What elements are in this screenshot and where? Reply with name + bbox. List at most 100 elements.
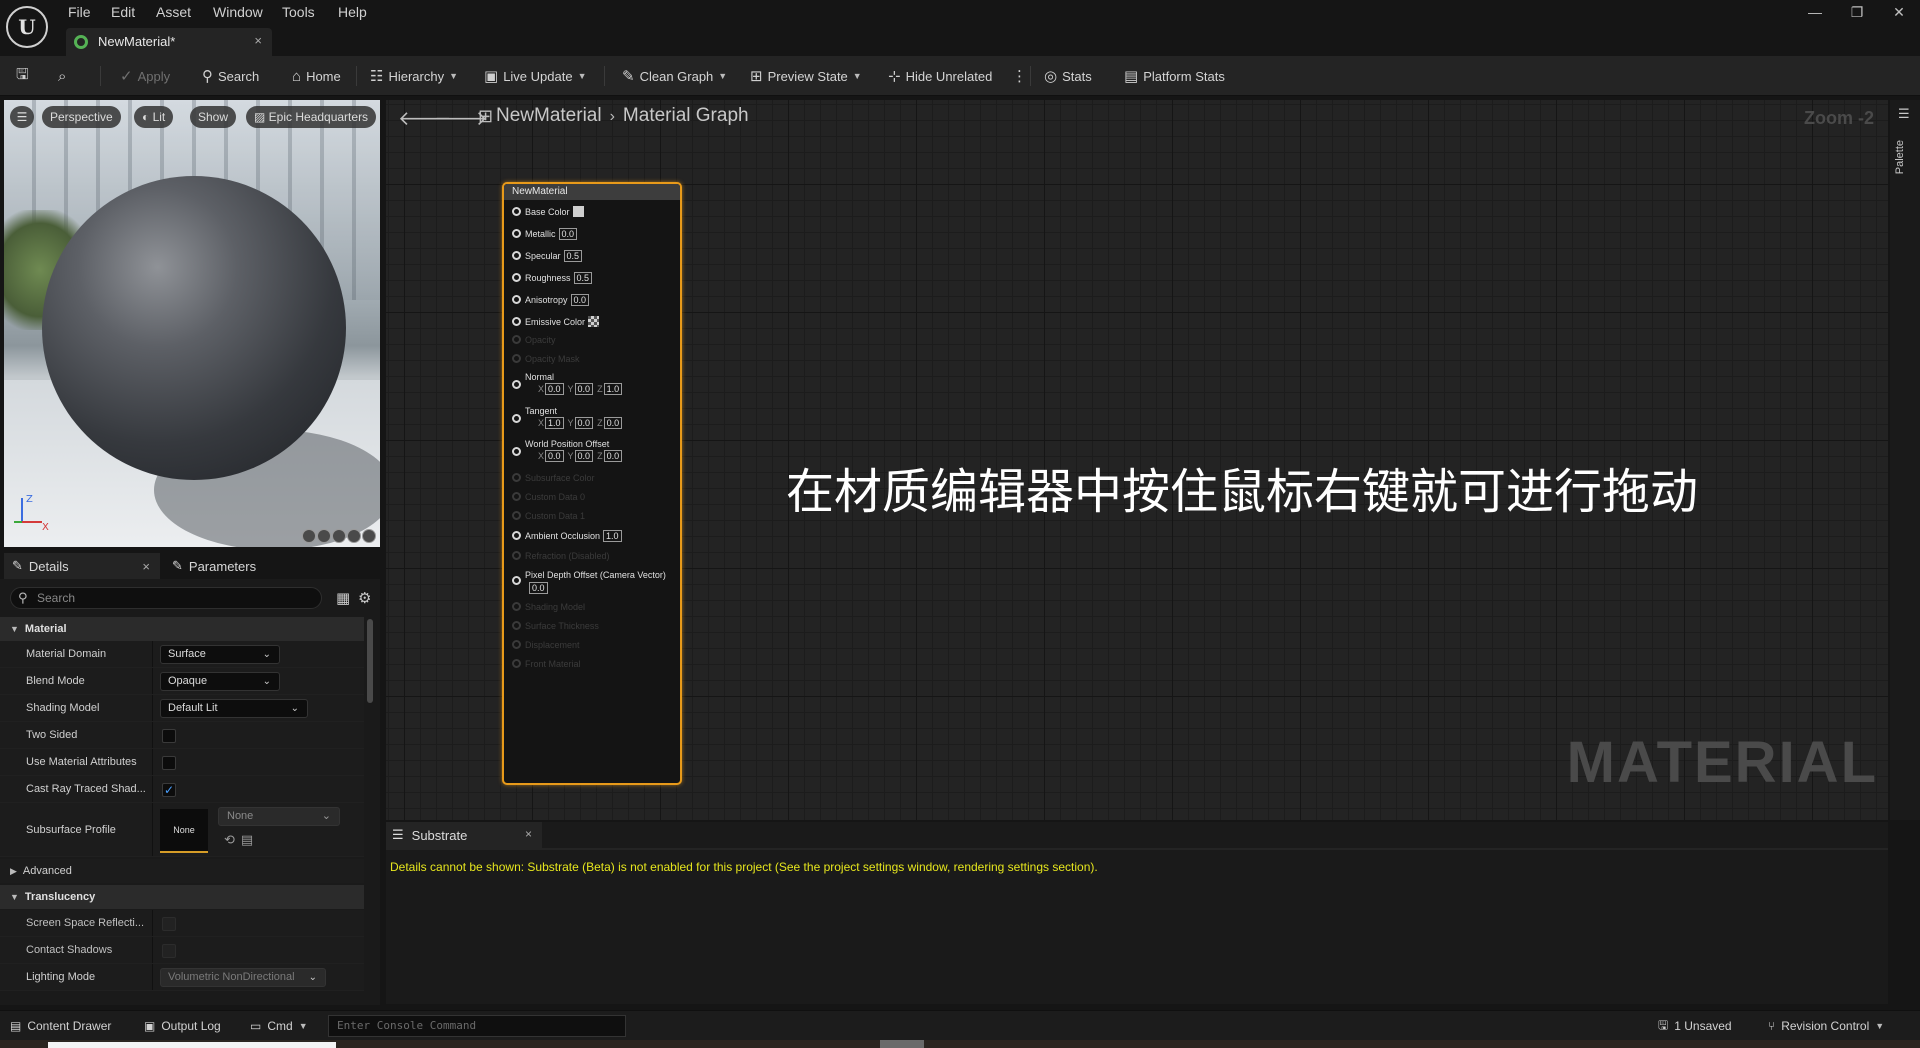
pin-value[interactable]: 0.5	[563, 250, 583, 262]
restore-button[interactable]: ❐	[1842, 2, 1872, 22]
browse-button[interactable]: ⌕	[58, 56, 66, 96]
pin-value[interactable]: 0.0	[529, 582, 548, 594]
perspective-button[interactable]: Perspective	[42, 106, 121, 128]
pin-normal[interactable]	[512, 380, 525, 390]
pin-value[interactable]: 0.5	[573, 272, 593, 284]
vector-y[interactable]: 0.0	[574, 417, 594, 429]
pin-value[interactable]: 0.0	[570, 294, 590, 306]
lit-button[interactable]: ◐ Lit	[134, 106, 174, 128]
custom-mesh-icon[interactable]	[362, 529, 376, 543]
live-update-button[interactable]: ▣ Live Update ▼	[484, 56, 587, 96]
save-button[interactable]: 🖫	[16, 56, 29, 96]
tab-details[interactable]: ✎ Details ×	[4, 553, 160, 579]
vector-z[interactable]: 0.0	[603, 417, 623, 429]
preview-state-button[interactable]: ⊞ Preview State ▼	[750, 56, 862, 96]
vector-y[interactable]: 0.0	[574, 450, 594, 462]
breadcrumb-asset[interactable]: NewMaterial	[496, 105, 602, 126]
material-output-node[interactable]: NewMaterial Base Color Metallic 0.0 Specu…	[502, 182, 682, 785]
hide-unrelated-button[interactable]: ⊹ Hide Unrelated	[888, 56, 992, 96]
use-selected-icon[interactable]: ⟲	[224, 832, 241, 847]
menu-window[interactable]: Window	[213, 2, 263, 22]
table-view-icon[interactable]: ▦	[336, 589, 350, 607]
pin-base-color[interactable]: Base Color	[512, 206, 584, 217]
category-advanced[interactable]: ▶ Advanced	[0, 859, 364, 883]
show-button[interactable]: Show	[190, 106, 237, 128]
content-drawer-button[interactable]: ▤ Content Drawer	[10, 1011, 111, 1041]
tab-parameters[interactable]: ✎ Parameters	[164, 553, 314, 579]
use-material-attributes-checkbox[interactable]	[162, 756, 176, 770]
close-tab-icon[interactable]: ×	[142, 559, 150, 574]
minimize-button[interactable]: —	[1800, 2, 1830, 22]
menu-help[interactable]: Help	[338, 2, 367, 22]
vector-x[interactable]: 1.0	[545, 417, 564, 429]
revision-control-button[interactable]: ⑂ Revision Control ▼	[1768, 1011, 1884, 1041]
more-options-button[interactable]: ⋮	[1012, 56, 1027, 96]
pin-world-position-offset[interactable]	[512, 447, 525, 457]
material-graph-canvas[interactable]: 🡐 🡒 ⊞ NewMaterial › Material Graph Zoom -2…	[386, 100, 1888, 820]
breadcrumb-graph[interactable]: Material Graph	[623, 105, 749, 126]
category-translucency[interactable]: ▼ Translucency	[0, 885, 364, 909]
taskbar-search-box[interactable]	[48, 1042, 336, 1048]
vector-x[interactable]: 0.0	[545, 383, 564, 395]
close-window-button[interactable]: ✕	[1884, 2, 1914, 22]
pin-specular[interactable]: Specular 0.5	[512, 250, 583, 262]
cylinder-icon[interactable]	[302, 529, 316, 543]
lighting-mode-dropdown[interactable]: Volumetric NonDirectional ⌄	[160, 968, 326, 987]
subsurface-profile-dropdown[interactable]: None ⌄	[218, 807, 340, 826]
document-tab[interactable]: NewMaterial* ×	[66, 28, 272, 56]
color-swatch[interactable]	[572, 206, 584, 217]
preview-viewport[interactable]: ☰ Perspective ◐ Lit Show ▨ Epic Headquar…	[4, 100, 380, 547]
vector-z[interactable]: 1.0	[603, 383, 623, 395]
viewport-menu-icon[interactable]: ☰	[10, 106, 34, 128]
graph-hierarchy-icon[interactable]: ⊞	[478, 106, 493, 127]
vector-y[interactable]: 0.0	[574, 383, 594, 395]
cmd-dropdown[interactable]: ▭ Cmd ▼	[250, 1011, 308, 1041]
palette-list-icon[interactable]: ☰	[1898, 106, 1910, 122]
tab-substrate[interactable]: ☰ Substrate ×	[386, 822, 542, 848]
gear-icon[interactable]: ⚙	[358, 589, 371, 607]
pin-metallic[interactable]: Metallic 0.0	[512, 228, 578, 240]
pin-value[interactable]: 0.0	[558, 228, 578, 240]
pin-tangent[interactable]	[512, 414, 525, 424]
pin-value[interactable]: 1.0	[603, 530, 622, 542]
home-button[interactable]: ⌂ Home	[292, 56, 341, 96]
clean-graph-button[interactable]: ✎ Clean Graph ▼	[622, 56, 727, 96]
unreal-logo-icon[interactable]: U	[6, 6, 48, 48]
pin-emissive-color[interactable]: Emissive Color	[512, 316, 600, 327]
shading-model-dropdown[interactable]: Default Lit ⌄	[160, 699, 308, 718]
details-scrollbar[interactable]	[367, 619, 373, 703]
unsaved-button[interactable]: 🖫 1 Unsaved	[1658, 1011, 1732, 1041]
menu-tools[interactable]: Tools	[282, 2, 315, 22]
category-material[interactable]: ▼ Material	[0, 617, 364, 641]
platform-stats-button[interactable]: ▤ Platform Stats	[1124, 56, 1225, 96]
pin-pixel-depth-offset[interactable]	[512, 576, 525, 586]
plane-icon[interactable]	[332, 529, 346, 543]
vector-z[interactable]: 0.0	[603, 450, 623, 462]
pin-ambient-occlusion[interactable]: Ambient Occlusion 1.0	[512, 530, 622, 542]
material-domain-dropdown[interactable]: Surface ⌄	[160, 645, 280, 664]
cast-ray-traced-checkbox[interactable]: ✓	[162, 783, 176, 797]
blend-mode-dropdown[interactable]: Opaque ⌄	[160, 672, 280, 691]
two-sided-checkbox[interactable]	[162, 729, 176, 743]
contact-shadows-checkbox[interactable]	[162, 944, 176, 958]
output-log-button[interactable]: ▣ Output Log	[144, 1011, 221, 1041]
sphere-icon[interactable]	[317, 529, 331, 543]
close-tab-icon[interactable]: ×	[254, 33, 262, 48]
menu-file[interactable]: File	[68, 2, 91, 22]
subsurface-profile-thumbnail[interactable]: None	[160, 809, 208, 853]
menu-asset[interactable]: Asset	[156, 2, 191, 22]
pin-anisotropy[interactable]: Anisotropy 0.0	[512, 294, 590, 306]
menu-edit[interactable]: Edit	[111, 2, 135, 22]
taskbar-app-indicator[interactable]	[880, 1040, 924, 1048]
apply-button[interactable]: ✓ Apply	[120, 56, 170, 96]
ssr-checkbox[interactable]	[162, 917, 176, 931]
cube-icon[interactable]	[347, 529, 361, 543]
search-button[interactable]: ⚲ Search	[202, 56, 259, 96]
close-tab-icon[interactable]: ×	[525, 827, 532, 841]
palette-tab-label[interactable]: Palette	[1894, 140, 1906, 174]
hierarchy-button[interactable]: ☷ Hierarchy ▼	[370, 56, 458, 96]
color-swatch[interactable]	[588, 316, 600, 327]
palette-sidebar[interactable]: ☰ Palette	[1890, 100, 1920, 820]
pin-roughness[interactable]: Roughness 0.5	[512, 272, 593, 284]
console-command-input[interactable]: Enter Console Command	[328, 1015, 626, 1037]
